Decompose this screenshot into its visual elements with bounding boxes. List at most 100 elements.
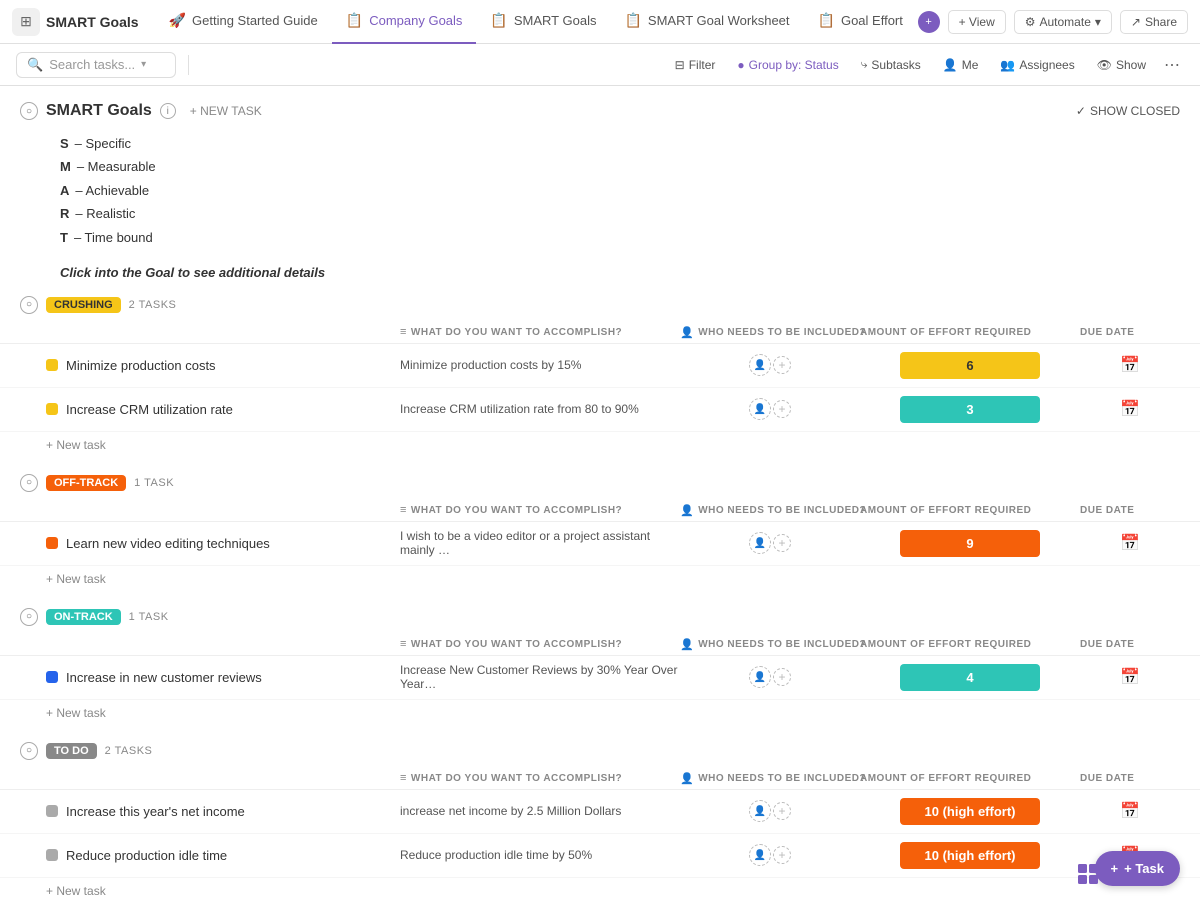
col-accomplish: ≡What do you want to accomplish?	[400, 772, 680, 785]
tab-smart-goal-worksheet[interactable]: 📋 SMART Goal Worksheet	[610, 0, 803, 44]
app-icon: ⊞	[12, 8, 40, 36]
assignees-button[interactable]: 👥 Assignees	[992, 54, 1082, 76]
show-button[interactable]: 👁 Show	[1089, 54, 1154, 76]
task-count-off-track: 1 TASK	[134, 477, 174, 489]
calendar-icon[interactable]: 📅	[1120, 355, 1140, 375]
add-avatar-button[interactable]: +	[773, 668, 791, 686]
automate-button[interactable]: ⚙ Automate ▾	[1014, 10, 1112, 34]
show-closed-button[interactable]: ✓ SHOW CLOSED	[1076, 104, 1180, 118]
new-task-row[interactable]: + New task	[0, 566, 1200, 592]
goals-collapse-button[interactable]: ○	[20, 102, 38, 120]
task-accomplish: Minimize production costs by 15%	[400, 358, 680, 372]
who-cell: 👤 +	[680, 844, 860, 866]
group-by-button[interactable]: ● Group by: Status	[729, 54, 846, 76]
section-toggle-off-track[interactable]: ○	[20, 474, 38, 492]
filter-button[interactable]: ⊟ Filter	[667, 54, 724, 76]
fab-icon: +	[1111, 861, 1119, 876]
new-task-row[interactable]: + New task	[0, 432, 1200, 458]
new-task-row[interactable]: + New task	[0, 700, 1200, 726]
calendar-icon[interactable]: 📅	[1120, 667, 1140, 687]
add-avatar-button[interactable]: +	[773, 534, 791, 552]
add-avatar-button[interactable]: +	[773, 846, 791, 864]
goals-header: ○ SMART Goals i + NEW TASK ✓ SHOW CLOSED…	[0, 86, 1200, 288]
automate-chevron: ▾	[1095, 15, 1101, 29]
col-task	[46, 772, 400, 785]
table-row[interactable]: Increase CRM utilization rate Increase C…	[0, 388, 1200, 432]
goals-info-icon[interactable]: i	[160, 103, 176, 119]
share-icon: ↗	[1131, 15, 1141, 29]
goals-title: SMART Goals	[46, 102, 152, 120]
main-content: ○ SMART Goals i + NEW TASK ✓ SHOW CLOSED…	[0, 86, 1200, 906]
avatar-group: 👤 +	[749, 354, 791, 376]
col-due-date: Due Date	[1080, 772, 1180, 785]
section-header-crushing: ○ CRUSHING 2 TASKS	[0, 288, 1200, 322]
me-icon: 👤	[943, 58, 958, 72]
avatar: 👤	[749, 398, 771, 420]
col-due-date: Due Date	[1080, 504, 1180, 517]
getting-started-icon: 🚀	[169, 12, 186, 29]
section-on-track: ○ ON-TRACK 1 TASK ≡What do you want to a…	[0, 600, 1200, 726]
effort-badge: 3	[900, 396, 1040, 423]
table-row[interactable]: Increase in new customer reviews Increas…	[0, 656, 1200, 700]
calendar-icon[interactable]: 📅	[1120, 801, 1140, 821]
subtasks-icon: ⤷	[861, 57, 868, 72]
add-avatar-button[interactable]: +	[773, 802, 791, 820]
section-toggle-crushing[interactable]: ○	[20, 296, 38, 314]
search-box[interactable]: 🔍 Search tasks... ▾	[16, 52, 176, 78]
col-due-date: Due Date	[1080, 638, 1180, 651]
effort-cell: 4	[860, 664, 1080, 691]
add-avatar-button[interactable]: +	[773, 400, 791, 418]
table-row[interactable]: Minimize production costs Minimize produ…	[0, 344, 1200, 388]
plus-view-circle[interactable]: +	[918, 11, 940, 33]
add-task-fab[interactable]: + + Task	[1095, 851, 1180, 886]
tab-smart-goals[interactable]: 📋 SMART Goals	[476, 0, 610, 44]
status-badge-to-do: TO DO	[46, 743, 97, 759]
task-name-cell: Increase CRM utilization rate	[46, 402, 400, 417]
task-count-crushing: 2 TASKS	[129, 299, 177, 311]
me-button[interactable]: 👤 Me	[935, 54, 987, 76]
col-effort: Amount of Effort Required	[860, 326, 1080, 339]
task-count-to-do: 2 TASKS	[105, 745, 153, 757]
section-header-off-track: ○ OFF-TRACK 1 TASK	[0, 466, 1200, 500]
col-accomplish: ≡What do you want to accomplish?	[400, 638, 680, 651]
add-avatar-button[interactable]: +	[773, 356, 791, 374]
tab-company-goals[interactable]: 📋 Company Goals	[332, 0, 477, 44]
col-accomplish: ≡What do you want to accomplish?	[400, 326, 680, 339]
section-toggle-on-track[interactable]: ○	[20, 608, 38, 626]
table-row[interactable]: Reduce production idle time Reduce produ…	[0, 834, 1200, 878]
avatar: 👤	[749, 844, 771, 866]
new-task-button[interactable]: + NEW TASK	[184, 102, 268, 120]
effort-cell: 10 (high effort)	[860, 842, 1080, 869]
task-name: Increase CRM utilization rate	[66, 402, 233, 417]
calendar-icon[interactable]: 📅	[1120, 399, 1140, 419]
view-button[interactable]: + View	[948, 10, 1006, 34]
avatar-group: 👤 +	[749, 532, 791, 554]
effort-badge: 10 (high effort)	[900, 798, 1040, 825]
col-headers-to-do: ≡What do you want to accomplish? 👤Who ne…	[0, 768, 1200, 790]
who-cell: 👤 +	[680, 532, 860, 554]
tab-goal-effort[interactable]: 📋 Goal Effort	[804, 0, 917, 44]
smart-item-s: S – Specific	[60, 132, 1160, 155]
calendar-icon[interactable]: 📅	[1120, 533, 1140, 553]
task-name-cell: Increase this year's net income	[46, 804, 400, 819]
new-task-row[interactable]: + New task	[0, 878, 1200, 904]
effort-cell: 6	[860, 352, 1080, 379]
col-task	[46, 504, 400, 517]
automate-icon: ⚙	[1025, 15, 1036, 29]
more-options-button[interactable]: ⋯	[1160, 53, 1184, 77]
task-accomplish: I wish to be a video editor or a project…	[400, 529, 680, 557]
col-who: 👤Who needs to be included?	[680, 504, 860, 517]
effort-badge: 4	[900, 664, 1040, 691]
share-button[interactable]: ↗ Share	[1120, 10, 1188, 34]
sections-container: ○ CRUSHING 2 TASKS ≡What do you want to …	[0, 288, 1200, 904]
grid-view-icon[interactable]	[1076, 862, 1100, 886]
search-dropdown-arrow[interactable]: ▾	[141, 59, 146, 70]
subtasks-button[interactable]: ⤷ Subtasks	[853, 53, 929, 76]
table-row[interactable]: Learn new video editing techniques I wis…	[0, 522, 1200, 566]
table-row[interactable]: Increase this year's net income increase…	[0, 790, 1200, 834]
task-name-cell: Reduce production idle time	[46, 848, 400, 863]
tab-getting-started[interactable]: 🚀 Getting Started Guide	[155, 0, 332, 44]
section-toggle-to-do[interactable]: ○	[20, 742, 38, 760]
smart-goals-icon: 📋	[490, 12, 507, 29]
smart-item-t: T – Time bound	[60, 226, 1160, 249]
